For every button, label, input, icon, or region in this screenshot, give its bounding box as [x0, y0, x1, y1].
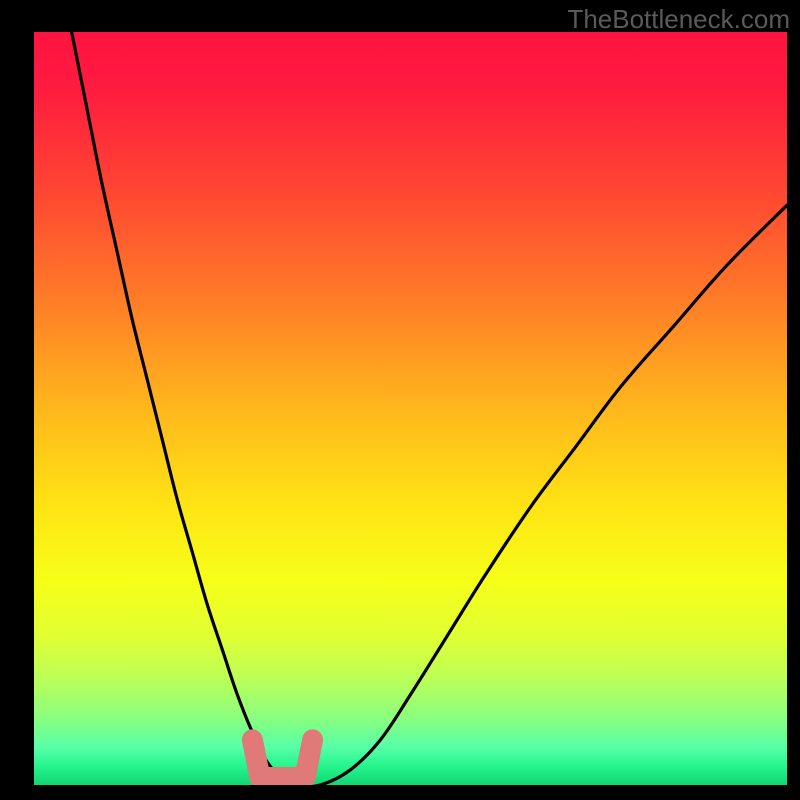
bottleneck-chart [0, 0, 800, 800]
chart-plot-area [34, 32, 787, 785]
watermark-label: TheBottleneck.com [567, 4, 790, 35]
